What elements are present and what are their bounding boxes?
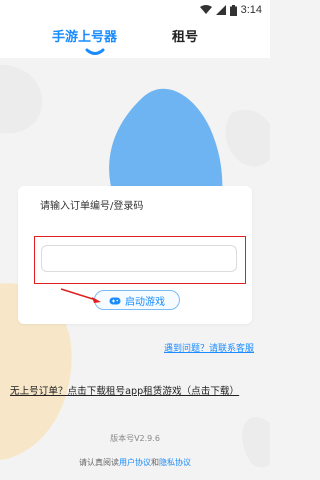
- launch-game-button[interactable]: 启动游戏: [94, 290, 180, 310]
- battery-icon: [229, 4, 237, 16]
- signal-icon: [215, 5, 226, 15]
- login-card: 请输入订单编号/登录码 启动游戏: [18, 186, 252, 324]
- red-arrow-annotation: [60, 288, 101, 303]
- input-highlight-box: [34, 236, 246, 284]
- privacy-policy-link[interactable]: 隐私协议: [159, 458, 191, 467]
- agreement-and: 和: [151, 458, 159, 467]
- agreement-prefix: 请认真阅读: [79, 458, 119, 467]
- status-time: 3:14: [240, 4, 262, 16]
- gamepad-icon: [109, 297, 121, 304]
- top-nav: 手游上号器 租号: [0, 20, 270, 58]
- version-text: 版本号V2.9.6: [110, 434, 160, 443]
- tab-rent-account[interactable]: 租号: [172, 26, 198, 45]
- status-bar: 3:14: [0, 0, 270, 20]
- active-tab-indicator: [85, 48, 105, 55]
- launch-game-label: 启动游戏: [125, 296, 165, 308]
- order-code-input[interactable]: [41, 245, 237, 272]
- agreement-text: 请认真阅读用户协议和隐私协议: [0, 457, 270, 468]
- wifi-icon: [199, 5, 212, 14]
- status-icons: 3:14: [199, 3, 262, 17]
- user-agreement-link[interactable]: 用户协议: [119, 458, 151, 467]
- download-app-link[interactable]: 无上号订单？点击下载租号app租赁游戏（点击下载）: [10, 383, 262, 397]
- contact-support-link[interactable]: 遇到问题？请联系客服: [164, 341, 254, 354]
- tab-game-login[interactable]: 手游上号器: [52, 26, 117, 45]
- order-code-label: 请输入订单编号/登录码: [40, 201, 144, 212]
